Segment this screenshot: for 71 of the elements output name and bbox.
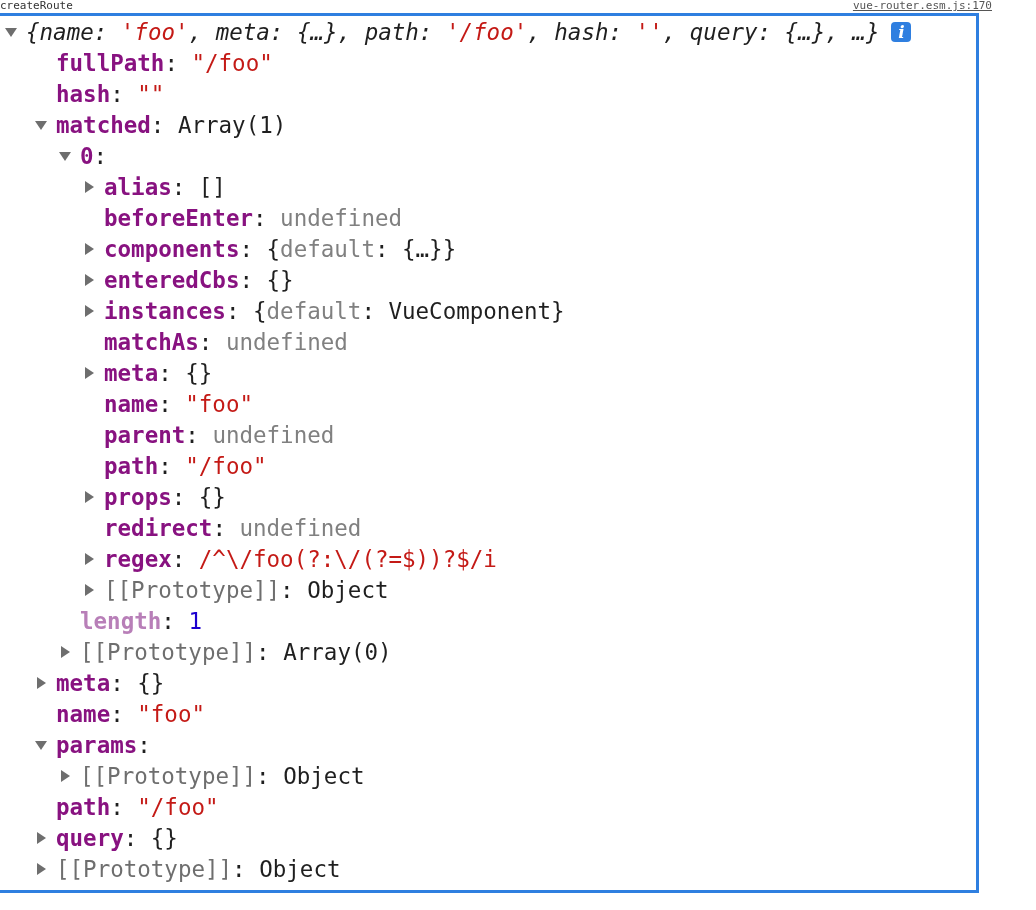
- property-name: [[Prototype]]: [80, 638, 257, 665]
- property-name: parent: [104, 421, 186, 448]
- property-name: [[Prototype]]: [56, 855, 233, 882]
- property-name: meta: [56, 669, 111, 696]
- expand-triangle-icon[interactable]: [58, 768, 72, 783]
- expand-triangle-icon[interactable]: [82, 489, 96, 504]
- property-name: instances: [104, 297, 226, 324]
- property-value: : "foo": [110, 700, 205, 727]
- property-name: matched: [56, 111, 151, 138]
- property-value: : []: [171, 173, 226, 200]
- property-value: : {default: {…}}: [239, 235, 457, 262]
- property-name: regex: [104, 545, 172, 572]
- property-name: query: [56, 824, 124, 851]
- property-value: : "/foo": [110, 793, 219, 820]
- property-value: : undefined: [253, 204, 403, 231]
- property-value: : undefined: [198, 328, 348, 355]
- property-value: : undefined: [185, 421, 335, 448]
- expand-triangle-icon[interactable]: [82, 179, 96, 194]
- property-value: : Array(1): [150, 111, 287, 138]
- property-value: : Object: [280, 576, 389, 603]
- expand-triangle-icon[interactable]: [82, 272, 96, 287]
- expand-triangle-icon[interactable]: [34, 675, 48, 690]
- function-name: createRoute: [0, 0, 73, 12]
- property-value: : "": [110, 80, 165, 107]
- expand-triangle-icon[interactable]: [82, 303, 96, 318]
- property-name: path: [56, 793, 111, 820]
- property-name: matchAs: [104, 328, 199, 355]
- property-value: : "/foo": [164, 49, 273, 76]
- property-name: fullPath: [56, 49, 165, 76]
- property-value: : Array(0): [256, 638, 392, 665]
- source-link[interactable]: vue-router.esm.js:170: [852, 0, 992, 12]
- expand-triangle-icon[interactable]: [58, 644, 72, 659]
- property-value: : Object: [232, 855, 341, 882]
- property-name: alias: [104, 173, 172, 200]
- expand-triangle-icon[interactable]: [82, 241, 96, 256]
- property-value: : {}: [123, 824, 178, 851]
- property-value: : 1: [161, 607, 202, 634]
- property-value: : "/foo": [158, 452, 267, 479]
- expand-triangle-icon[interactable]: [82, 365, 96, 380]
- info-badge[interactable]: i: [891, 21, 912, 42]
- property-name: path: [104, 452, 159, 479]
- property-name: props: [104, 483, 172, 510]
- property-value: : /^\/foo(?:\/(?=$))?$/i: [171, 545, 497, 572]
- property-value: : {default: VueComponent}: [225, 297, 565, 324]
- expand-triangle-icon[interactable]: [82, 582, 96, 597]
- expand-triangle-icon[interactable]: [82, 551, 96, 566]
- property-value: : undefined: [212, 514, 362, 541]
- property-value: : Object: [256, 762, 365, 789]
- property-value: : {}: [110, 669, 165, 696]
- property-value: :: [93, 142, 108, 169]
- property-name: beforeEnter: [104, 204, 253, 231]
- property-value: : {}: [171, 483, 226, 510]
- property-value: : {}: [158, 359, 213, 386]
- property-name: params: [56, 731, 138, 758]
- property-name: name: [104, 390, 159, 417]
- property-name: enteredCbs: [104, 266, 240, 293]
- property-name: redirect: [104, 514, 213, 541]
- property-name: name: [56, 700, 111, 727]
- property-value: : "foo": [158, 390, 253, 417]
- property-value: : {}: [239, 266, 294, 293]
- property-name: [[Prototype]]: [104, 576, 281, 603]
- property-value: :: [137, 731, 151, 758]
- property-name: [[Prototype]]: [80, 762, 257, 789]
- property-name: 0: [80, 142, 94, 169]
- expand-triangle-icon[interactable]: [34, 830, 48, 845]
- property-name: hash: [56, 80, 111, 107]
- property-name: meta: [104, 359, 159, 386]
- object-preview: {name: 'foo', meta: {…}, path: '/foo', hash: '', query: {…}, …}: [26, 18, 880, 45]
- property-name: length: [80, 607, 162, 634]
- expand-triangle-icon[interactable]: [34, 861, 48, 876]
- property-name: components: [104, 235, 240, 262]
